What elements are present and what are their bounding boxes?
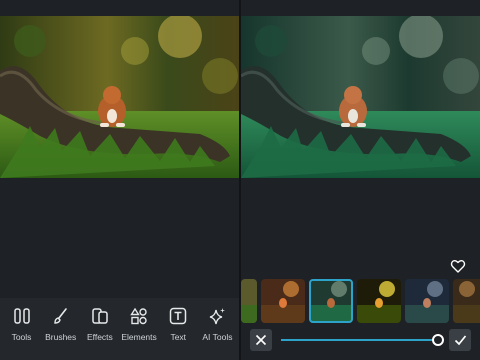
elements-button[interactable]: Elements (120, 298, 159, 360)
intensity-slider[interactable] (281, 334, 444, 346)
cancel-button[interactable] (250, 329, 272, 351)
bottom-toolbar: Tools Brushes Effects Elements Text AI T… (0, 298, 239, 360)
original-pane: Tools Brushes Effects Elements Text AI T… (0, 0, 239, 360)
ai-tools-label: AI Tools (202, 332, 233, 342)
filter-thumb-cool[interactable] (405, 279, 449, 323)
heart-icon[interactable] (450, 258, 466, 274)
effects-label: Effects (86, 332, 113, 342)
text-icon (170, 307, 187, 325)
text-button[interactable]: Text (159, 298, 198, 360)
filter-thumb-partial-warm[interactable] (453, 279, 480, 323)
effects-pane (241, 0, 480, 360)
check-icon (454, 335, 466, 346)
text-label: Text (170, 332, 187, 342)
apply-button[interactable] (449, 329, 471, 351)
filter-thumb-warm[interactable] (261, 279, 305, 323)
tools-icon (13, 308, 30, 324)
filtered-photo (241, 16, 480, 178)
close-icon (255, 334, 267, 346)
brushes-label: Brushes (45, 332, 77, 342)
filter-thumb[interactable] (241, 279, 257, 323)
filter-strip[interactable] (241, 279, 480, 323)
slider-knob[interactable] (432, 334, 444, 346)
elements-icon (130, 307, 147, 325)
slider-fill (281, 339, 438, 341)
tools-button[interactable]: Tools (2, 298, 41, 360)
effects-icon (92, 308, 108, 324)
effects-button[interactable]: Effects (80, 298, 119, 360)
tools-label: Tools (11, 332, 32, 342)
brush-icon (53, 308, 67, 324)
ai-sparkle-icon (210, 308, 226, 325)
elements-label: Elements (121, 332, 157, 342)
original-photo (0, 16, 239, 178)
filter-thumb-golden[interactable] (357, 279, 401, 323)
confirm-bar (241, 328, 480, 354)
filter-thumb-teal-selected[interactable] (309, 279, 353, 323)
brushes-button[interactable]: Brushes (41, 298, 80, 360)
ai-tools-button[interactable]: AI Tools (198, 298, 237, 360)
